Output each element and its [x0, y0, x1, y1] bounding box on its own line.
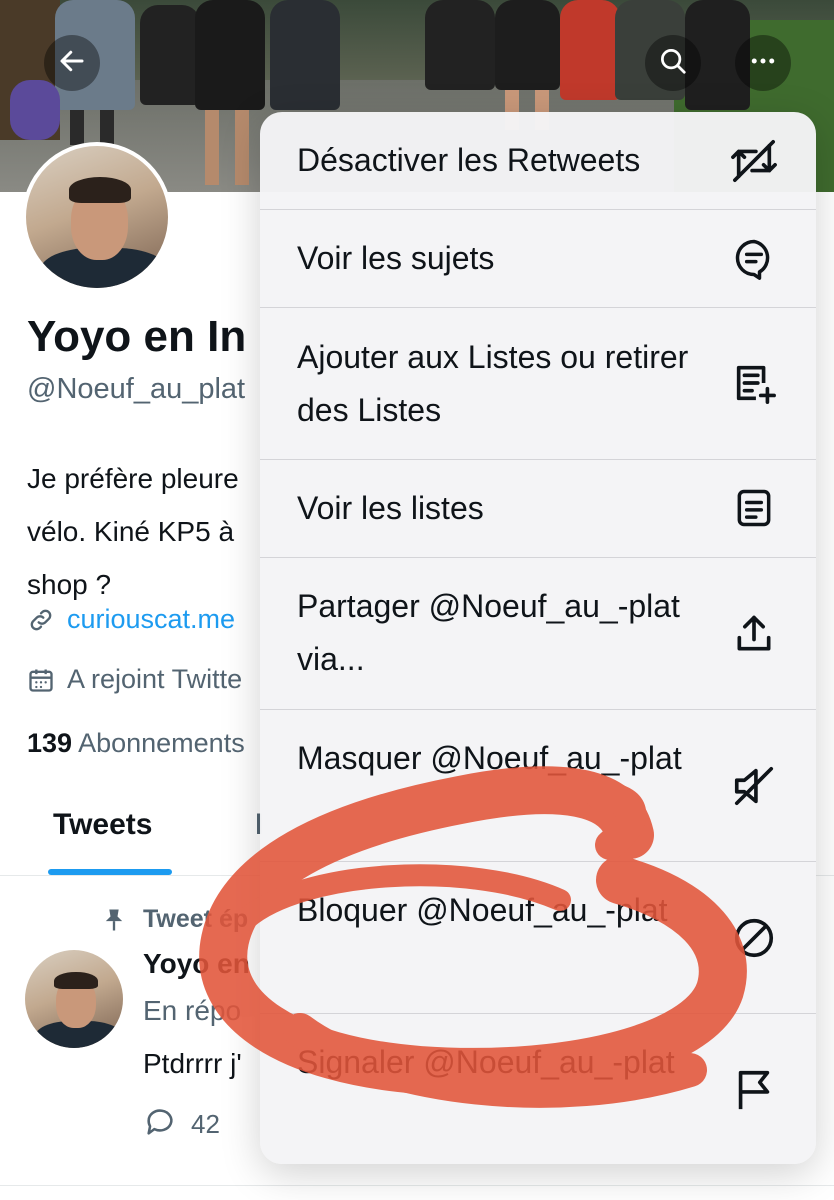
reply-count: 42 — [191, 1109, 220, 1139]
topics-icon — [728, 232, 780, 284]
following-count: 139 — [27, 728, 73, 758]
menu-item-label: Désactiver les Retweets — [297, 142, 641, 178]
tab-tweets[interactable]: Tweets — [53, 808, 152, 842]
more-button[interactable] — [735, 35, 791, 91]
menu-item-label: Voir les sujets — [297, 240, 495, 276]
profile-link-row[interactable]: curiouscat.me — [27, 604, 235, 635]
calendar-icon — [27, 665, 57, 695]
pin-icon — [100, 905, 128, 940]
menu-item-view-lists[interactable]: Voir les listes — [260, 460, 816, 557]
profile-handle: @Noeuf_au_plat — [27, 373, 246, 405]
profile-context-menu: Désactiver les Retweets Voir les sujets … — [260, 112, 816, 1164]
tweet-text: Ptdrrrr j' — [143, 1048, 242, 1079]
pinned-label: Tweet ép — [143, 905, 249, 933]
bio-line: vélo. Kiné KP5 à — [27, 516, 235, 547]
menu-item-manage-lists[interactable]: Ajouter aux Listes ou retirer des Listes — [260, 308, 816, 459]
menu-item-mute[interactable]: Masquer @Noeuf_au_-plat — [260, 710, 816, 861]
list-icon — [728, 482, 780, 534]
menu-item-disable-retweets[interactable]: Désactiver les Retweets — [260, 112, 816, 209]
back-button[interactable] — [44, 35, 100, 91]
following-stat[interactable]: 139 Abonnements — [27, 728, 245, 759]
menu-item-report[interactable]: Signaler @Noeuf_au_-plat — [260, 1014, 816, 1164]
mute-icon — [728, 760, 780, 812]
menu-item-view-topics[interactable]: Voir les sujets — [260, 210, 816, 307]
share-icon — [728, 608, 780, 660]
menu-item-label: Voir les listes — [297, 490, 484, 526]
tweet-avatar[interactable] — [25, 950, 123, 1048]
flag-icon — [728, 1064, 780, 1116]
block-icon — [728, 912, 780, 964]
profile-joined: A rejoint Twitte — [67, 664, 243, 694]
tweet-author[interactable]: Yoyo en — [143, 948, 250, 980]
profile-avatar[interactable] — [22, 142, 172, 292]
menu-item-share[interactable]: Partager @Noeuf_au_-plat via... — [260, 558, 816, 709]
search-button[interactable] — [645, 35, 701, 91]
retweet-off-icon — [728, 135, 780, 187]
search-icon — [658, 46, 688, 81]
link-icon — [27, 605, 57, 635]
menu-item-label: Ajouter aux Listes ou retirer des Listes — [297, 339, 689, 428]
profile-bio: Je préfère pleure vélo. Kiné KP5 à shop … — [27, 452, 267, 611]
menu-item-label: Bloquer @Noeuf_au_-plat — [297, 892, 668, 928]
reply-icon — [143, 1105, 177, 1144]
bio-line: Je préfère pleure — [27, 463, 239, 494]
tweet-divider — [0, 1185, 834, 1186]
menu-item-label: Signaler @Noeuf_au_-plat — [297, 1044, 675, 1080]
profile-joined-row: A rejoint Twitte — [27, 664, 242, 695]
more-horizontal-icon — [748, 46, 778, 81]
menu-item-label: Masquer @Noeuf_au_-plat — [297, 740, 682, 776]
profile-name: Yoyo en In — [27, 312, 247, 361]
list-add-icon — [728, 357, 780, 409]
profile-link[interactable]: curiouscat.me — [67, 604, 235, 635]
back-arrow-icon — [57, 46, 87, 81]
reply-action[interactable]: 42 — [143, 1105, 220, 1144]
following-label: Abonnements — [78, 728, 245, 758]
tweet-reply-to: En répo — [143, 995, 242, 1026]
menu-item-label: Partager @Noeuf_au_-plat via... — [297, 588, 680, 677]
menu-item-block[interactable]: Bloquer @Noeuf_au_-plat — [260, 862, 816, 1013]
